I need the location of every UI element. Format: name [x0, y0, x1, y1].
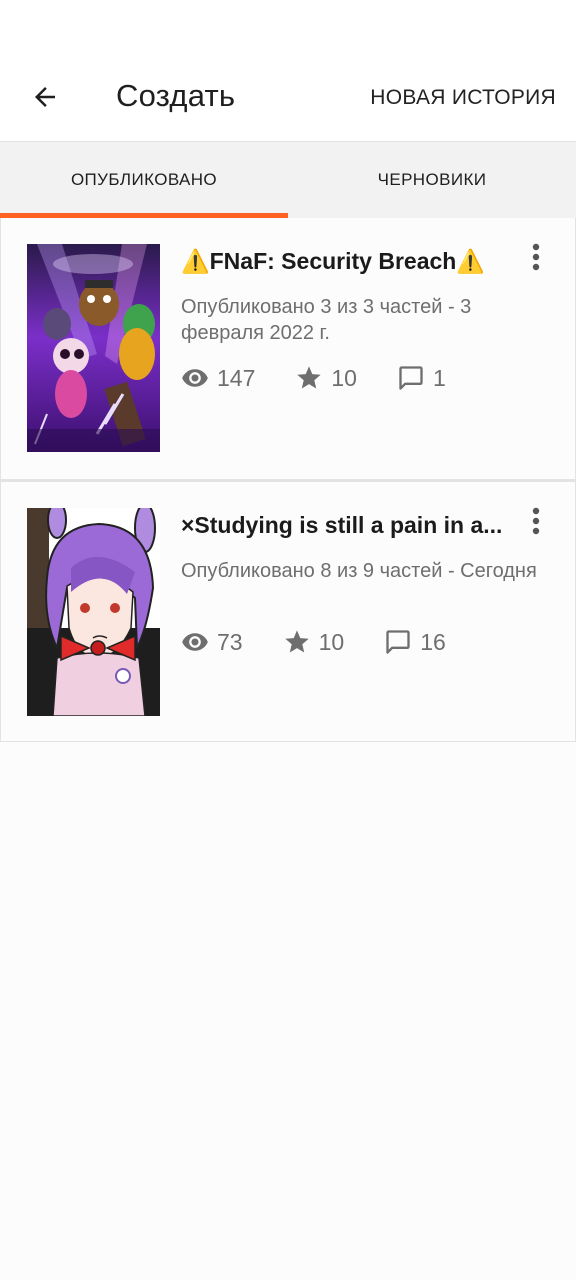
story-publish-info: Опубликовано 3 из 3 частей - 3 февраля 2…: [181, 296, 472, 344]
story-stats: 73 10 16: [181, 626, 486, 658]
more-vertical-icon: [532, 243, 540, 271]
views-count: 73: [217, 628, 243, 655]
views-count: 147: [217, 364, 256, 391]
tab-published-label: ОПУБЛИКОВАНО: [70, 170, 218, 189]
story-publish-info: Опубликовано 8 из 9 частей - Сегодня: [181, 560, 537, 582]
comments-count: 16: [420, 628, 446, 655]
comments-stat: 16: [384, 628, 446, 656]
star-icon: [297, 366, 322, 389]
story-title[interactable]: ×Studying is still a pain in a...: [181, 512, 511, 539]
tab-published[interactable]: ОПУБЛИКОВАНО: [0, 142, 288, 218]
story-card[interactable]: ×Studying is still a pain in a... Опубли…: [0, 480, 576, 742]
votes-stat: 10: [283, 628, 345, 656]
tab-drafts[interactable]: ЧЕРНОВИКИ: [288, 142, 576, 218]
back-button[interactable]: [24, 76, 66, 118]
votes-count: 10: [331, 364, 357, 391]
page-title: Создать: [116, 78, 236, 113]
cover-anime-illustration: [27, 508, 160, 716]
comments-count: 1: [432, 364, 446, 391]
story-cover-image[interactable]: [27, 508, 160, 716]
arrow-left-icon: [35, 87, 55, 107]
star-icon: [284, 630, 309, 653]
eye-icon: [182, 633, 208, 651]
more-options-button[interactable]: [519, 504, 553, 538]
tab-bar: ОПУБЛИКОВАНО ЧЕРНОВИКИ: [0, 142, 576, 218]
story-list: ⚠️FNaF: Security Breach⚠️ Опубликовано 3…: [0, 218, 576, 742]
comment-icon: [399, 366, 423, 390]
views-stat: 73: [181, 628, 243, 656]
story-card[interactable]: ⚠️FNaF: Security Breach⚠️ Опубликовано 3…: [0, 218, 576, 480]
tab-drafts-label: ЧЕРНОВИКИ: [377, 170, 487, 189]
app-root: Создать НОВАЯ ИСТОРИЯ ОПУБЛИКОВАНО ЧЕРНО…: [0, 0, 576, 1280]
more-vertical-icon: [532, 507, 540, 535]
votes-count: 10: [318, 628, 345, 655]
story-cover-image[interactable]: [27, 244, 160, 452]
views-stat: 147: [181, 364, 255, 392]
top-app-bar: Создать НОВАЯ ИСТОРИЯ: [0, 0, 576, 142]
votes-stat: 10: [295, 364, 357, 392]
comment-icon: [386, 630, 410, 654]
comments-stat: 1: [397, 364, 446, 392]
story-stats: 147 10 1: [181, 362, 486, 394]
more-options-button[interactable]: [519, 240, 553, 274]
eye-icon: [182, 369, 208, 387]
new-story-button[interactable]: НОВАЯ ИСТОРИЯ: [370, 86, 556, 110]
cover-fnaf-illustration: [27, 244, 160, 452]
story-title[interactable]: ⚠️FNaF: Security Breach⚠️: [181, 248, 511, 275]
